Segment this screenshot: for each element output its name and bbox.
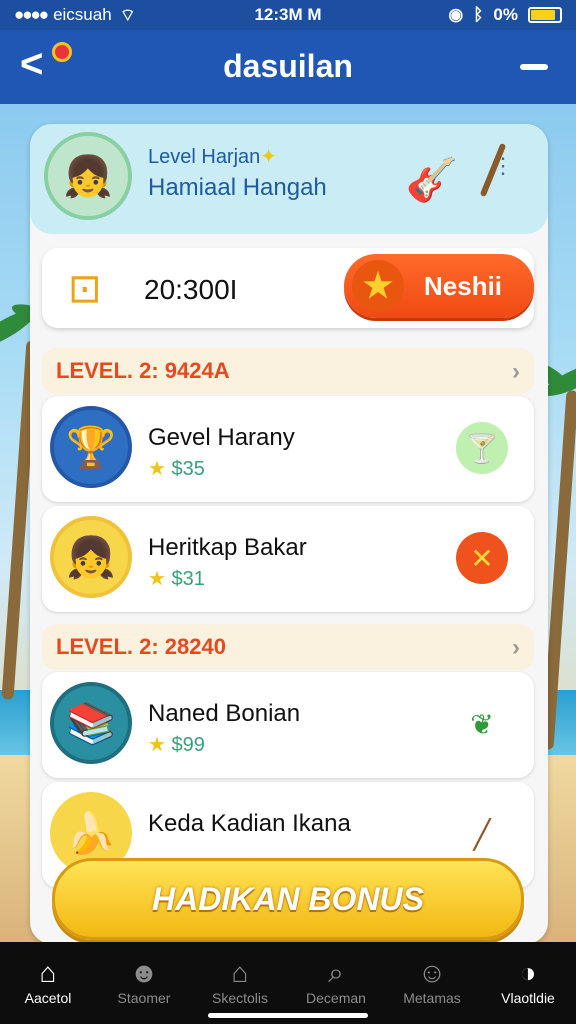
battery-percent: 0% [493, 5, 518, 24]
more-options-icon[interactable]: ⋮ [492, 155, 514, 177]
item-title: Gevel Harany [148, 424, 295, 451]
list-item[interactable]: 🏆 Gevel Harany ★ $35 🍸 [42, 396, 534, 502]
nav-item-home[interactable]: ⌂ Aacetol [0, 942, 96, 1024]
clock: 12:3M M [254, 5, 322, 24]
nav-item-label: Staomer [117, 990, 171, 1006]
nav-item-label: Deceman [306, 990, 366, 1006]
list-item[interactable]: 👧 Heritkap Bakar ★ $31 ✕ [42, 506, 534, 612]
girl-avatar-icon: 👧 [50, 516, 132, 598]
item-price-text: $35 [171, 458, 205, 480]
app-header: < dasuilan [0, 30, 576, 104]
item-title: Heritkap Bakar [148, 534, 307, 561]
bottom-nav: ⌂ Aacetol ☻ Staomer ⌂ Skectolis ⌕ Decema… [0, 942, 576, 1024]
cocktail-icon[interactable]: 🍸 [456, 422, 508, 474]
item-price-text: $99 [171, 734, 205, 756]
guitar-icon: 🎸 [405, 156, 458, 203]
star-icon: ★ [352, 260, 404, 312]
item-price: ★ $31 [148, 566, 205, 591]
wifi-icon: ⌔ [119, 5, 136, 25]
balance-card: ⊡ 20:300I ★ Neshii [42, 248, 534, 328]
nav-item-group[interactable]: ☺ Metamas [384, 942, 480, 1024]
list-item[interactable]: 📚 Naned Bonian ★ $99 ❦ [42, 672, 534, 778]
section-header-label: LEVEL. 2: 9424A [56, 358, 230, 383]
section-header[interactable]: LEVEL. 2: 28240 › [42, 624, 534, 670]
item-title: Keda Kadian Ikana [148, 810, 351, 837]
signal-icon: ●●●● [14, 5, 49, 24]
close-icon[interactable]: ✕ [456, 532, 508, 584]
nav-item-label: Metamas [403, 990, 461, 1006]
sparkle-icon: ✦ [260, 146, 278, 168]
alarm-icon: ◉ [448, 5, 464, 24]
trophy-avatar-icon: 🏆 [50, 406, 132, 488]
user-group-icon: ☺ [417, 957, 447, 988]
chevron-right-icon: › [512, 358, 520, 385]
star-icon: ★ [148, 568, 166, 590]
house-icon: ⌂ [231, 957, 249, 988]
item-price-text: $31 [171, 568, 205, 590]
level-name: Level Harjan✦ [148, 144, 277, 169]
flute-icon[interactable]: ╱ [456, 808, 508, 860]
gold-ticket-icon: ⊡ [68, 267, 102, 311]
nav-item-house[interactable]: ⌂ Skectolis [192, 942, 288, 1024]
nav-item-label: Vlaotldie [501, 990, 555, 1006]
nav-item-label: Skectolis [211, 990, 269, 1006]
whistle-icon: ◑ [519, 957, 537, 988]
books-avatar-icon: 📚 [50, 682, 132, 764]
battery-icon [528, 7, 562, 23]
star-icon: ★ [148, 734, 166, 756]
profile-card[interactable]: 👧 Level Harjan✦ Hamiaal Hangah 🎸 ⋮ [30, 124, 548, 234]
status-bar: ●●●● eicsuah ⌔ 12:3M M ◉ ᛒ 0% [0, 0, 576, 30]
item-title: Naned Bonian [148, 700, 301, 727]
bluetooth-icon: ᛒ [473, 5, 484, 24]
leaf-icon[interactable]: ❦ [456, 698, 508, 750]
user-icon: ☻ [129, 957, 159, 988]
main-card: 👧 Level Harjan✦ Hamiaal Hangah 🎸 ⋮ ⊡ 20:… [30, 124, 548, 944]
section-header-label: LEVEL. 2: 28240 [56, 634, 226, 659]
claim-button[interactable]: ★ Neshii [344, 254, 534, 318]
level-name-text: Level Harjan [148, 146, 261, 168]
claim-button-label: Neshii [424, 270, 503, 301]
star-icon: ★ [148, 458, 166, 480]
item-price: ★ $35 [148, 456, 205, 481]
chevron-right-icon: › [512, 634, 520, 661]
nav-item-label: Aacetol [24, 990, 72, 1006]
nav-item-user[interactable]: ☻ Staomer [96, 942, 192, 1024]
home-indicator[interactable] [208, 1013, 368, 1018]
balance-amount: 20:300I [144, 274, 238, 305]
item-price: ★ $99 [148, 732, 205, 757]
player-name: Hamiaal Hangah [148, 174, 327, 201]
menu-button[interactable] [520, 64, 548, 70]
carrier-name: eicsuah [53, 5, 112, 24]
home-icon: ⌂ [39, 957, 57, 988]
nav-item-search[interactable]: ⌕ Deceman [288, 942, 384, 1024]
page-title: dasuilan [223, 48, 353, 84]
bonus-button[interactable]: HADIKAN BONUS [52, 858, 524, 940]
search-icon: ⌕ [328, 957, 344, 988]
section-header[interactable]: LEVEL. 2: 9424A › [42, 348, 534, 394]
nav-item-whistle[interactable]: ◑ Vlaotldie [480, 942, 576, 1024]
avatar: 👧 [44, 132, 132, 220]
